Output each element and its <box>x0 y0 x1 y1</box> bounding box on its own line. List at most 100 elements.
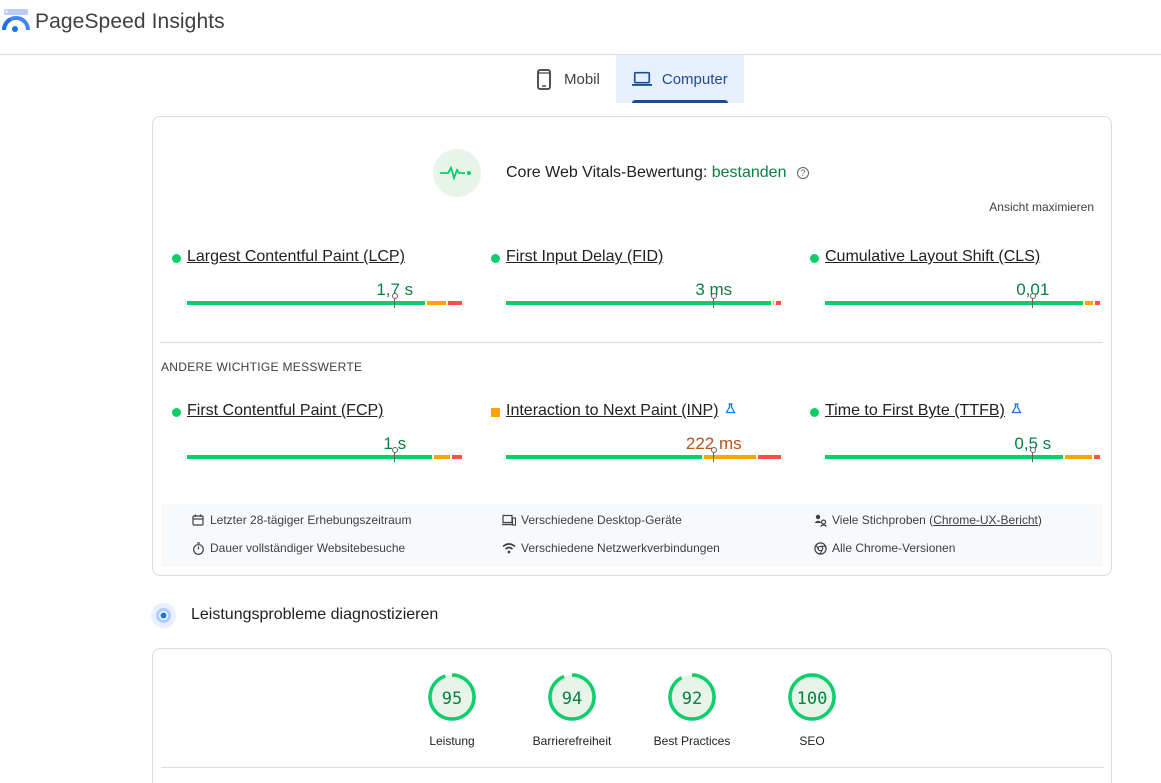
wifi-icon <box>502 541 516 555</box>
help-icon[interactable]: ? <box>796 167 809 179</box>
smartphone-icon <box>534 68 554 90</box>
p75-marker <box>391 447 398 462</box>
score-gauge-best-practices[interactable]: 92 Best Practices <box>642 673 742 753</box>
metric-fcp-name[interactable]: First Contentful Paint (FCP) <box>187 402 384 420</box>
tab-computer-label: Computer <box>661 70 728 88</box>
rating-dot-icon <box>810 408 819 417</box>
metric-cls: Cumulative Layout Shift (CLS) 0,01 <box>810 248 1100 318</box>
device-tabs: Mobil Computer <box>518 55 744 103</box>
info-chrome-versions-text: Alle Chrome-Versionen <box>832 541 956 555</box>
p75-marker <box>1029 293 1036 308</box>
rating-dot-icon <box>491 254 500 263</box>
score-best-practices: 92 <box>681 689 703 709</box>
p75-marker <box>391 293 398 308</box>
label-best-practices: Best Practices <box>653 734 731 748</box>
metric-fcp: First Contentful Paint (FCP) 1 s <box>172 402 462 472</box>
info-samples-prefix: Viele Stichproben ( <box>832 513 934 527</box>
label-accessibility: Barrierefreiheit <box>532 734 612 748</box>
expand-view-button[interactable]: Ansicht maximieren <box>989 200 1094 214</box>
poor-segment <box>447 301 462 305</box>
info-devices-text: Verschiedene Desktop-Geräte <box>521 513 682 527</box>
pagespeed-logo-icon[interactable] <box>2 8 30 34</box>
core-web-vitals-card: Core Web Vitals-Bewertung: bestanden ? A… <box>152 116 1112 576</box>
field-data-info: Letzter 28-tägiger Erhebungszeitraum Dau… <box>161 504 1103 567</box>
info-network: Verschiedene Netzwerkverbindungen <box>502 541 720 555</box>
p75-marker <box>710 447 717 462</box>
metric-inp: Interaction to Next Paint (INP) 222 ms <box>491 402 781 472</box>
calendar-icon <box>191 513 205 527</box>
score-performance: 95 <box>441 689 463 709</box>
score-gauge-seo[interactable]: 100 SEO <box>762 673 862 753</box>
experimental-flask-icon <box>1011 403 1022 414</box>
tab-computer[interactable]: Computer <box>615 55 744 103</box>
lighthouse-icon <box>151 603 176 628</box>
metric-cls-distribution-bar <box>825 293 1102 308</box>
poor-segment <box>1094 455 1100 459</box>
cwv-status: bestanden <box>711 164 787 181</box>
score-gauge-performance[interactable]: 95 Leistung <box>402 673 502 753</box>
tab-mobile[interactable]: Mobil <box>518 55 616 103</box>
good-segment <box>506 301 772 305</box>
metric-fid: First Input Delay (FID) 3 ms <box>491 248 781 318</box>
scores-divider <box>161 767 1104 768</box>
info-samples-suffix: ) <box>1037 513 1042 527</box>
metric-fid-name[interactable]: First Input Delay (FID) <box>506 248 663 266</box>
app-title: PageSpeed Insights <box>35 10 225 33</box>
poor-segment <box>758 455 781 459</box>
good-segment <box>825 455 1064 459</box>
average-segment <box>434 455 451 459</box>
other-metrics-label: ANDERE WICHTIGE MESSWERTE <box>161 360 363 374</box>
metric-inp-distribution-bar <box>506 447 783 462</box>
info-chrome-versions: Alle Chrome-Versionen <box>813 541 955 555</box>
metric-cls-name[interactable]: Cumulative Layout Shift (CLS) <box>825 248 1040 266</box>
info-devices: Verschiedene Desktop-Geräte <box>502 513 682 527</box>
score-seo: 100 <box>796 689 828 709</box>
poor-segment <box>452 455 462 459</box>
lighthouse-scores-card: 95 Leistung 94 Barrierefreiheit 92 Best … <box>152 648 1112 783</box>
app-header: PageSpeed Insights <box>0 0 1161 55</box>
poor-segment <box>1094 301 1100 305</box>
cwv-title-prefix: Core Web Vitals-Bewertung: <box>506 164 708 181</box>
metric-lcp-distribution-bar <box>187 293 464 308</box>
laptop-icon <box>631 68 652 90</box>
info-visit-duration: Dauer vollständiger Websitebesuche <box>191 541 405 555</box>
rating-square-icon <box>491 408 500 417</box>
label-performance: Leistung <box>429 734 475 748</box>
p75-marker <box>710 293 717 308</box>
metric-lcp-name[interactable]: Largest Contentful Paint (LCP) <box>187 248 405 266</box>
average-segment <box>427 301 446 305</box>
people-icon <box>813 513 827 527</box>
info-period: Letzter 28-tägiger Erhebungszeitraum <box>191 513 411 527</box>
p75-marker <box>1029 447 1036 462</box>
metric-ttfb-name[interactable]: Time to First Byte (TTFB) <box>825 402 1022 420</box>
good-segment <box>187 301 426 305</box>
chrome-icon <box>813 541 827 555</box>
average-segment <box>773 301 775 305</box>
stopwatch-icon <box>191 541 205 555</box>
devices-icon <box>502 513 516 527</box>
good-segment <box>506 455 703 459</box>
metric-ttfb-distribution-bar <box>825 447 1102 462</box>
info-period-text: Letzter 28-tägiger Erhebungszeitraum <box>210 513 412 527</box>
metric-inp-name[interactable]: Interaction to Next Paint (INP) <box>506 402 736 420</box>
info-visit-duration-text: Dauer vollständiger Websitebesuche <box>210 541 406 555</box>
average-segment <box>1065 455 1093 459</box>
cwv-assessment-title: Core Web Vitals-Bewertung: bestanden ? <box>506 164 809 182</box>
score-accessibility: 94 <box>561 689 583 709</box>
good-segment <box>825 301 1084 305</box>
pulse-icon <box>433 149 481 197</box>
info-samples: Viele Stichproben (Chrome-UX-Bericht) <box>813 513 1042 527</box>
score-gauge-accessibility[interactable]: 94 Barrierefreiheit <box>522 673 622 753</box>
metric-ttfb: Time to First Byte (TTFB) 0,5 s <box>810 402 1100 472</box>
metric-ttfb-name-text[interactable]: Time to First Byte (TTFB) <box>825 402 1005 419</box>
poor-segment <box>776 301 781 305</box>
diagnose-title: Leistungsprobleme diagnostizieren <box>191 606 439 623</box>
metric-lcp: Largest Contentful Paint (LCP) 1,7 s <box>172 248 462 318</box>
average-segment <box>1085 301 1093 305</box>
section-divider <box>160 342 1103 343</box>
chrome-ux-report-link[interactable]: Chrome-UX-Bericht <box>933 513 1038 527</box>
rating-dot-icon <box>172 408 181 417</box>
label-seo: SEO <box>799 734 825 748</box>
metric-inp-name-text[interactable]: Interaction to Next Paint (INP) <box>506 402 719 419</box>
metric-fcp-distribution-bar <box>187 447 464 462</box>
